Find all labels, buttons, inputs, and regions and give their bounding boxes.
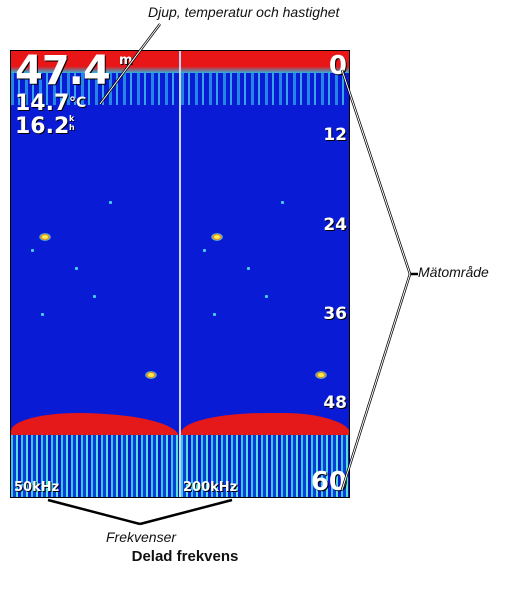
figure-caption: Delad frekvens: [131, 548, 239, 565]
callout-lines: [47, 23, 418, 526]
